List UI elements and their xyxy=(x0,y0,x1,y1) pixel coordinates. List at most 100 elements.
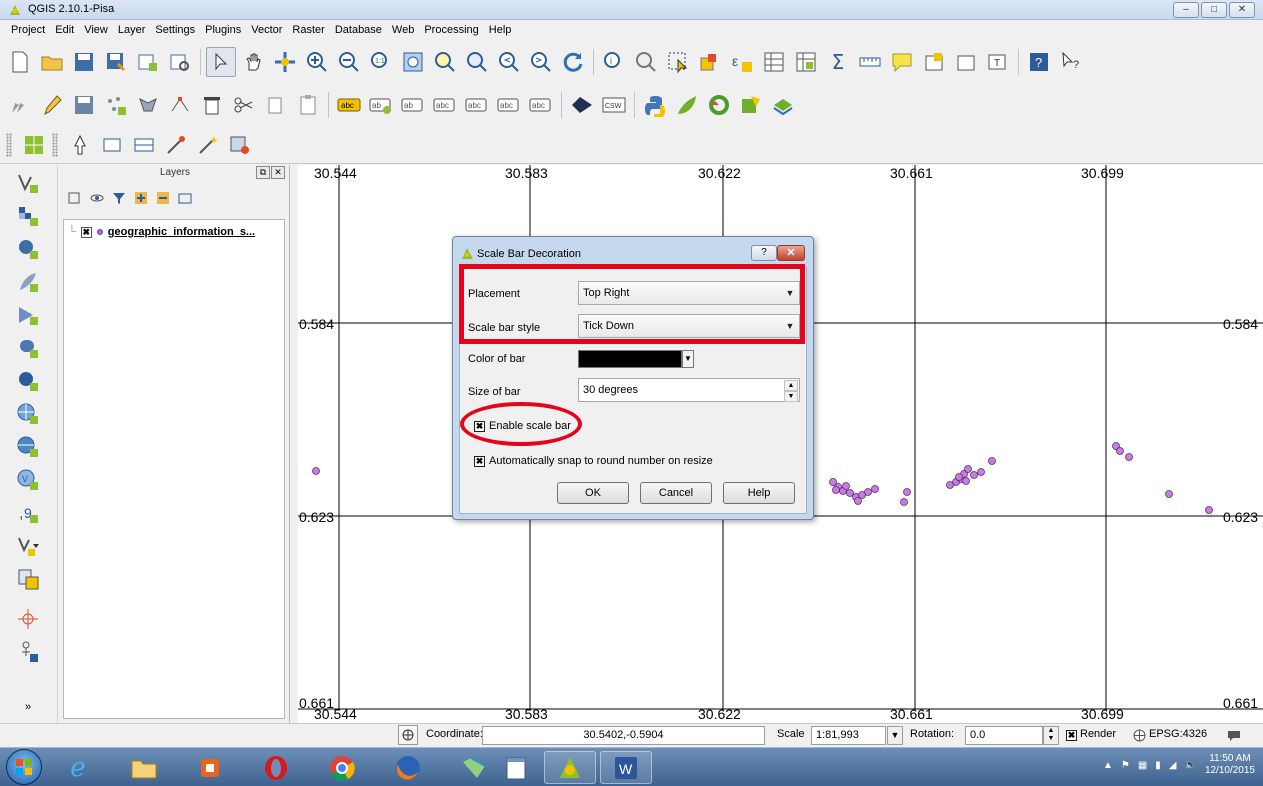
show-hide-labels-button[interactable]: ab xyxy=(398,90,428,120)
map-point[interactable] xyxy=(900,498,908,506)
zoom-out-button[interactable] xyxy=(334,47,364,77)
size-spinbox[interactable]: 30 degrees ▲ ▼ xyxy=(578,378,800,402)
flag-icon[interactable]: ⚑ xyxy=(1121,760,1130,771)
snap-round-checkbox[interactable]: ✖ xyxy=(474,455,485,467)
move-label-button[interactable]: abc xyxy=(430,90,460,120)
gps-tool-button[interactable] xyxy=(14,638,42,666)
taskbar-opera[interactable] xyxy=(250,751,302,784)
metasearch-button[interactable] xyxy=(567,90,597,120)
touch-zoom-pan-button[interactable] xyxy=(206,47,236,77)
statistical-summary-button[interactable]: Σ xyxy=(823,47,853,77)
zoom-in-button[interactable] xyxy=(302,47,332,77)
crosshair-tool-button[interactable] xyxy=(14,605,42,633)
node-tool-button[interactable] xyxy=(165,90,195,120)
cut-features-button[interactable] xyxy=(229,90,259,120)
taskbar-notepad[interactable] xyxy=(490,751,542,784)
signal-icon[interactable]: ◢ xyxy=(1169,760,1177,771)
measure-button[interactable] xyxy=(855,47,885,77)
field-calculator-button[interactable] xyxy=(791,47,821,77)
map-point[interactable] xyxy=(1205,506,1213,514)
add-delimited-text-button[interactable]: ,9 xyxy=(14,499,42,527)
map-point[interactable] xyxy=(1125,453,1133,461)
expand-all-button[interactable] xyxy=(132,189,150,207)
refresh-button[interactable] xyxy=(558,47,588,77)
spin-down-button[interactable]: ▼ xyxy=(784,391,798,402)
map-point[interactable] xyxy=(312,467,320,475)
composer-manager-button[interactable] xyxy=(165,47,195,77)
layer-labeling-button[interactable]: abc xyxy=(334,90,364,120)
close-window-button[interactable]: ✕ xyxy=(1229,2,1255,18)
toolbar-grip[interactable] xyxy=(52,132,58,157)
save-as-button[interactable] xyxy=(101,47,131,77)
filter-legend-button[interactable] xyxy=(110,189,128,207)
paste-features-button[interactable] xyxy=(293,90,323,120)
save-project-button[interactable] xyxy=(69,47,99,77)
collapse-all-button[interactable] xyxy=(154,189,172,207)
new-project-button[interactable] xyxy=(5,47,35,77)
crs-label[interactable]: EPSG:4326 xyxy=(1149,728,1207,740)
menu-edit[interactable]: Edit xyxy=(50,24,79,36)
identify-features-button[interactable]: i xyxy=(599,47,629,77)
menu-web[interactable]: Web xyxy=(387,24,419,36)
plugin-map-button[interactable] xyxy=(736,90,766,120)
coordinate-field[interactable]: 30.5402,-0.5904 xyxy=(482,726,765,745)
menu-processing[interactable]: Processing xyxy=(419,24,483,36)
add-oracle-layer-button[interactable] xyxy=(14,334,42,362)
menu-help[interactable]: Help xyxy=(484,24,517,36)
add-postgis-layer-button[interactable] xyxy=(14,235,42,263)
map-point[interactable] xyxy=(977,468,985,476)
render-checkbox[interactable]: ✖ xyxy=(1066,730,1077,741)
ok-button[interactable]: OK xyxy=(557,482,629,504)
layer-visibility-checkbox[interactable]: ✖ xyxy=(80,226,92,238)
show-hidden-icons-button[interactable]: ▲ xyxy=(1103,760,1113,771)
toggle-extents-button[interactable] xyxy=(398,725,418,745)
map-point[interactable] xyxy=(854,497,862,505)
pin-labels-button[interactable]: ab xyxy=(366,90,396,120)
map-tips-button[interactable] xyxy=(887,47,917,77)
current-edits-button[interactable] xyxy=(5,90,35,120)
snap-round-row[interactable]: ✖ Automatically snap to round number on … xyxy=(474,455,713,467)
change-label-button[interactable]: abc xyxy=(494,90,524,120)
scale-field[interactable]: 1:81,993 xyxy=(811,726,886,745)
add-part-button[interactable] xyxy=(129,130,159,160)
map-point[interactable] xyxy=(871,485,879,493)
panel-float-button[interactable]: ⧉ xyxy=(256,166,270,179)
menu-database[interactable]: Database xyxy=(330,24,387,36)
reshape-button[interactable] xyxy=(193,130,223,160)
menu-view[interactable]: View xyxy=(79,24,113,36)
menu-vector[interactable]: Vector xyxy=(246,24,287,36)
color-dropdown-button[interactable]: ▼ xyxy=(682,350,694,368)
map-point[interactable] xyxy=(962,477,970,485)
dialog-help-button[interactable]: ? xyxy=(751,245,777,261)
plugin-cycle-button[interactable] xyxy=(704,90,734,120)
add-spatialite-layer-button[interactable] xyxy=(14,268,42,296)
pan-to-selection-button[interactable] xyxy=(270,47,300,77)
clock[interactable]: 11:50 AM 12/10/2015 xyxy=(1205,753,1255,777)
manage-visibility-button[interactable] xyxy=(88,189,106,207)
taskbar-firefox[interactable] xyxy=(382,751,434,784)
map-point[interactable] xyxy=(988,457,996,465)
zoom-to-layer-button[interactable] xyxy=(462,47,492,77)
select-features-button[interactable] xyxy=(663,47,693,77)
delete-selected-button[interactable] xyxy=(197,90,227,120)
taskbar-chrome[interactable] xyxy=(316,751,368,784)
zoom-next-button[interactable] xyxy=(526,47,556,77)
map-point[interactable] xyxy=(832,486,840,494)
add-wcs-layer-button[interactable] xyxy=(14,433,42,461)
map-point[interactable] xyxy=(903,488,911,496)
toolbar-grip[interactable] xyxy=(6,132,12,157)
start-button[interactable] xyxy=(6,749,42,785)
minimize-button[interactable]: – xyxy=(1173,2,1199,18)
rotation-field[interactable]: 0.0 xyxy=(965,726,1043,745)
copy-features-button[interactable] xyxy=(261,90,291,120)
battery-icon[interactable]: ▮ xyxy=(1155,760,1161,771)
remove-layer-button[interactable] xyxy=(176,189,194,207)
menu-layer[interactable]: Layer xyxy=(113,24,151,36)
plugin-green-button[interactable] xyxy=(672,90,702,120)
volume-icon[interactable]: 🔈 xyxy=(1184,760,1196,771)
zoom-native-button[interactable]: 1:1 xyxy=(366,47,396,77)
fill-ring-button[interactable] xyxy=(161,130,191,160)
zoom-to-selection-button[interactable] xyxy=(430,47,460,77)
move-feature-button[interactable] xyxy=(133,90,163,120)
add-db2-layer-button[interactable] xyxy=(14,367,42,395)
